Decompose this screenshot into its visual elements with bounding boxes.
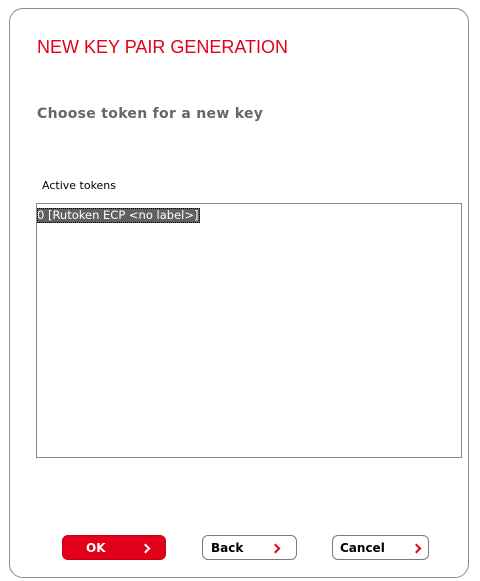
token-list-item[interactable]: 0 [Rutoken ECP <no label>] — [37, 204, 461, 223]
back-button[interactable]: Back — [202, 535, 297, 560]
cancel-button[interactable]: Cancel — [332, 535, 429, 560]
active-tokens-list[interactable]: 0 [Rutoken ECP <no label>] — [36, 203, 462, 458]
ok-button[interactable]: OK — [62, 535, 166, 560]
chevron-right-icon — [270, 543, 281, 554]
chevron-right-icon — [140, 543, 151, 554]
cancel-button-label: Cancel — [340, 540, 385, 555]
chevron-right-icon — [411, 543, 422, 554]
active-tokens-label: Active tokens — [42, 179, 117, 192]
key-generation-dialog: NEW KEY PAIR GENERATION Choose token for… — [9, 8, 469, 578]
back-button-label: Back — [211, 540, 244, 555]
ok-button-label: OK — [86, 540, 106, 555]
dialog-title: NEW KEY PAIR GENERATION — [37, 37, 289, 57]
token-item-label[interactable]: 0 [Rutoken ECP <no label>] — [37, 208, 201, 223]
dialog-subtitle: Choose token for a new key — [37, 106, 264, 122]
